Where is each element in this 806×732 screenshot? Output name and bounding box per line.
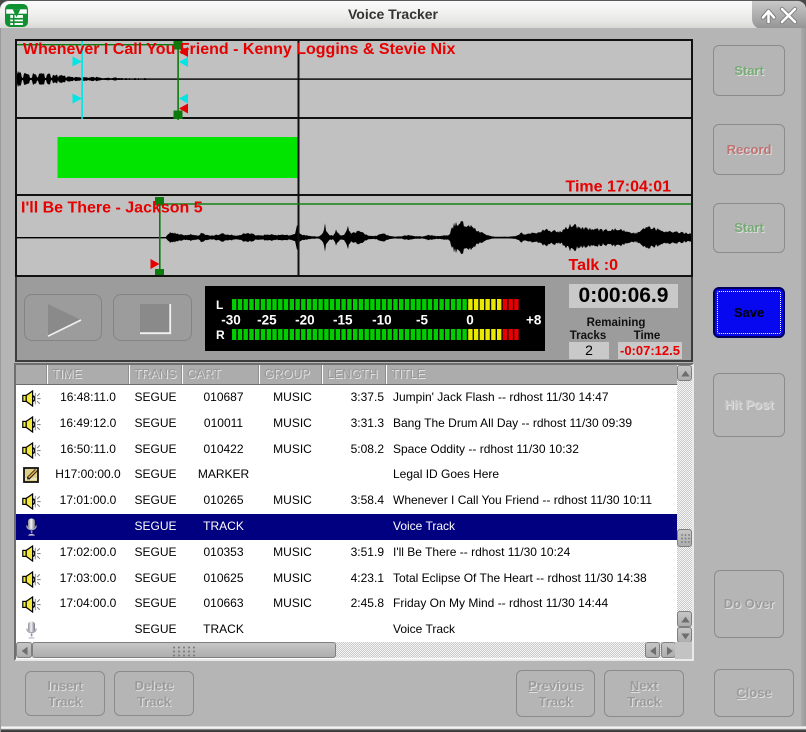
svg-text:Talk :0: Talk :0 — [569, 257, 619, 274]
svg-text:+8: +8 — [526, 313, 542, 328]
svg-text:Whenever I Call You Friend - K: Whenever I Call You Friend - Kenny Loggi… — [23, 41, 455, 58]
svg-text:0: 0 — [466, 313, 474, 328]
svg-text:-25: -25 — [257, 313, 277, 328]
svg-text:-15: -15 — [333, 313, 353, 328]
svg-text:-30: -30 — [221, 313, 241, 328]
svg-text:L: L — [216, 298, 223, 312]
svg-text:-5: -5 — [416, 313, 428, 328]
svg-text:-10: -10 — [372, 313, 392, 328]
svg-text:R: R — [216, 328, 225, 342]
svg-text:I'll Be There - Jackson 5: I'll Be There - Jackson 5 — [21, 200, 203, 217]
svg-text:-20: -20 — [295, 313, 315, 328]
svg-text:Time 17:04:01: Time 17:04:01 — [565, 179, 671, 196]
